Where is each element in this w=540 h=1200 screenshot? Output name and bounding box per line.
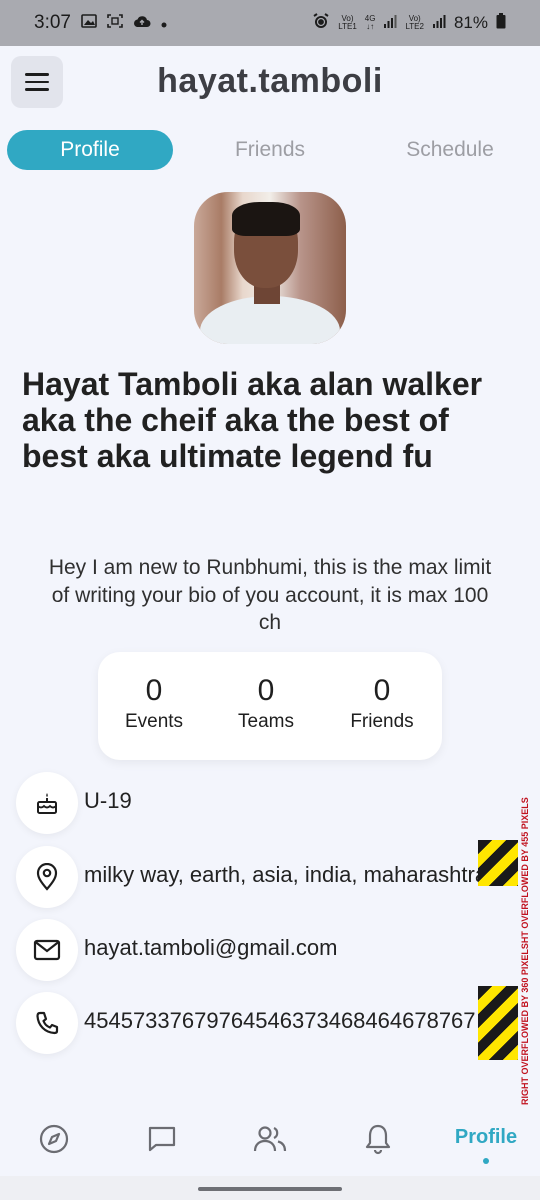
stats-card: 0 Events 0 Teams 0 Friends	[98, 652, 442, 760]
signal-icon-2	[432, 13, 446, 33]
display-name: Hayat Tamboli aka alan walker aka the ch…	[22, 366, 483, 474]
bottom-navigation: Profile	[0, 1110, 540, 1172]
overflow-indicator	[478, 986, 518, 1060]
age-group-text: U-19	[84, 788, 132, 813]
tab-friends[interactable]: Friends	[190, 130, 350, 170]
stat-teams-value: 0	[257, 674, 275, 707]
mail-icon	[16, 919, 78, 981]
chat-icon	[146, 1123, 178, 1160]
signal-icon	[383, 13, 397, 33]
info-row-email: hayat.tamboli@gmail.com	[16, 919, 540, 983]
info-row-age: U-19	[16, 772, 540, 836]
stat-friends-value: 0	[373, 674, 391, 707]
network-4g-indicator: 4G ↓↑	[364, 14, 376, 31]
app-header: hayat.tamboli	[0, 56, 540, 110]
stat-friends[interactable]: 0 Friends	[334, 674, 430, 736]
nav-explore[interactable]	[24, 1110, 84, 1172]
page-title: hayat.tamboli	[157, 62, 383, 100]
alarm-icon	[312, 12, 330, 35]
stat-events[interactable]: 0 Events	[110, 674, 198, 736]
stat-events-value: 0	[145, 674, 163, 707]
nav-profile[interactable]: Profile	[440, 1110, 532, 1172]
profile-tabs: Profile Friends Schedule	[0, 130, 540, 170]
gallery-icon	[81, 12, 97, 34]
info-row-location: milky way, earth, asia, india, maharasht…	[16, 846, 540, 910]
phone-icon	[16, 992, 78, 1054]
sim2-indicator: Vo) LTE2	[405, 14, 424, 31]
tab-profile[interactable]: Profile	[7, 130, 173, 170]
nav-notifications[interactable]	[348, 1110, 408, 1172]
stat-teams[interactable]: 0 Teams	[226, 674, 306, 736]
status-time: 3:07	[34, 12, 71, 33]
location-text: milky way, earth, asia, india, maharasht…	[84, 862, 488, 887]
screenshot-icon	[107, 12, 123, 34]
tab-schedule[interactable]: Schedule	[370, 130, 530, 170]
cake-icon	[16, 772, 78, 834]
status-bar: 3:07 Vo) LTE1 4G ↓↑ Vo) LTE2 81%	[0, 0, 540, 46]
email-text[interactable]: hayat.tamboli@gmail.com	[84, 935, 337, 961]
compass-icon	[38, 1123, 70, 1160]
phone-text[interactable]: 45457337679764546373468464678767	[84, 1008, 476, 1034]
sim1-indicator: Vo) LTE1	[338, 14, 357, 31]
gesture-bar	[0, 1176, 540, 1200]
people-icon	[252, 1123, 288, 1160]
location-pin-icon	[16, 846, 78, 908]
bio-text: Hey I am new to Runbhumi, this is the ma…	[48, 556, 492, 634]
notification-dot-icon	[161, 12, 167, 34]
stat-events-label: Events	[124, 711, 184, 732]
bell-icon	[362, 1122, 394, 1161]
nav-chat[interactable]	[132, 1110, 192, 1172]
nav-profile-label: Profile	[454, 1126, 518, 1148]
stat-teams-label: Teams	[238, 711, 294, 732]
info-row-phone: 45457337679764546373468464678767	[16, 992, 540, 1056]
overflow-indicator	[478, 840, 518, 886]
cloud-upload-icon	[133, 12, 151, 34]
nav-teams[interactable]	[240, 1110, 300, 1172]
battery-icon	[496, 12, 506, 34]
overflow-message: RIGHT OVERFLOWED BY 360 PIXELSHT OVERFLO…	[520, 797, 530, 1105]
home-bar[interactable]	[198, 1187, 342, 1191]
avatar[interactable]	[194, 192, 346, 344]
stat-friends-label: Friends	[350, 711, 414, 732]
active-indicator-dot	[483, 1158, 489, 1164]
battery-level: 81%	[453, 13, 488, 32]
